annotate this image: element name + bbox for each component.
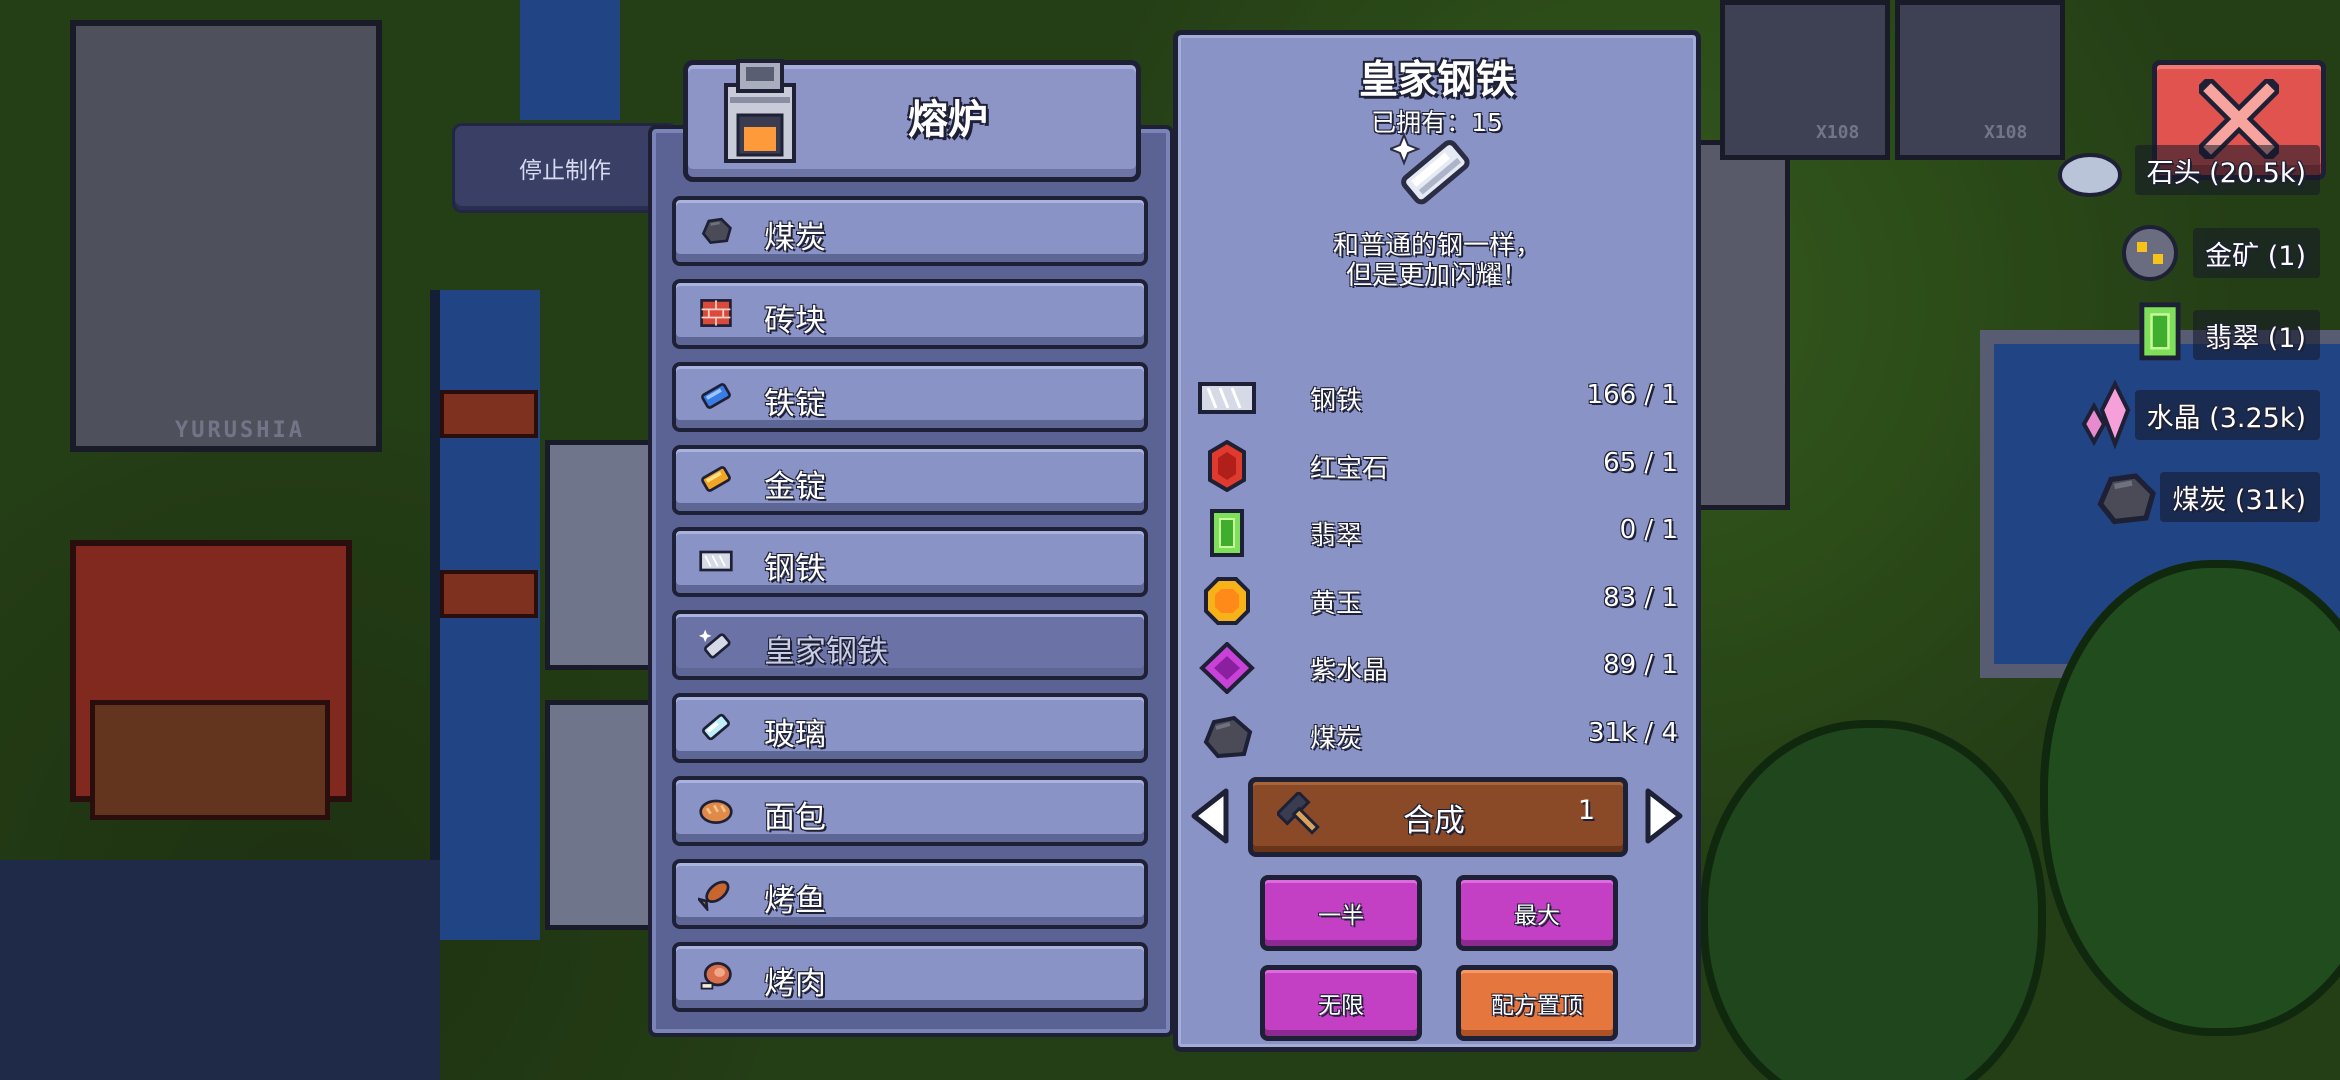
recipe-item-label: 烤鱼 xyxy=(764,883,826,919)
recipe-item-label: 砖块 xyxy=(764,303,826,339)
next-arrow-icon[interactable] xyxy=(1640,787,1684,845)
ingredient-name: 紫水晶 xyxy=(1310,656,1389,686)
recipe-item[interactable]: 金锭 xyxy=(672,445,1148,515)
ingredient-name: 红宝石 xyxy=(1310,453,1389,484)
craft-label: 合成 xyxy=(1403,803,1465,839)
ingredient-row: 钢铁 166 / 1 xyxy=(1198,366,1678,426)
recipe-title: 皇家钢铁 xyxy=(1358,58,1515,103)
recipe-item[interactable]: 烤鱼 xyxy=(672,859,1148,929)
resource-counter: 翡翠 (1) xyxy=(2193,310,2320,360)
royal-steel-icon xyxy=(698,626,734,662)
stop-crafting-button[interactable]: 停止制作 xyxy=(452,123,678,213)
recipe-description: 和普通的钢一样， 但是更加闪耀！ xyxy=(1178,231,1696,291)
ingredient-quantity: 65 / 1 xyxy=(1603,447,1678,478)
craft-button[interactable]: 合成 1 xyxy=(1248,777,1628,857)
coal-icon xyxy=(698,212,734,248)
recipe-item-label: 金锭 xyxy=(764,469,826,505)
recipe-detail-panel: 皇家钢铁 已拥有：15 和普通的钢一样， 但是更加闪耀！ 钢铁 166 / 1 红宝… xyxy=(1173,30,1701,1052)
furnace-title: 熔炉 xyxy=(908,97,988,143)
resource-label: 石头 (20.5k) xyxy=(2146,157,2306,189)
royal-steel-large-icon xyxy=(1390,132,1470,205)
ingredient-quantity: 0 / 1 xyxy=(1619,515,1678,545)
stone-icon xyxy=(2055,135,2125,205)
resource-label: 翡翠 (1) xyxy=(2205,322,2306,354)
ingredient-row: 紫水晶 89 / 1 xyxy=(1198,636,1678,696)
iron-ingot-icon xyxy=(698,378,734,414)
glass-icon xyxy=(698,709,734,745)
recipe-item-label: 烤肉 xyxy=(764,966,826,1002)
brick-icon xyxy=(698,295,734,331)
ingredient-name: 翡翠 xyxy=(1310,521,1363,551)
description-line-2: 但是更加闪耀！ xyxy=(1345,261,1528,291)
ingredient-quantity: 166 / 1 xyxy=(1586,380,1678,410)
recipe-item-label: 皇家钢铁 xyxy=(764,634,888,670)
recipe-item[interactable]: 砖块 xyxy=(672,279,1148,349)
previous-arrow-icon[interactable] xyxy=(1190,787,1234,845)
crystal-icon xyxy=(2080,379,2150,450)
ingredient-name: 煤炭 xyxy=(1310,723,1363,754)
hammer-icon xyxy=(1277,792,1320,835)
craft-count: 1 xyxy=(1577,795,1595,826)
pin-recipe-button[interactable]: 配方置顶 xyxy=(1456,965,1618,1041)
coal-icon xyxy=(2090,462,2160,532)
recipe-item-label: 钢铁 xyxy=(764,551,826,587)
coal-icon xyxy=(1198,710,1256,762)
resource-counter: 金矿 (1) xyxy=(2193,228,2320,278)
cooked-meat-icon xyxy=(698,958,734,994)
recipe-item-label: 铁锭 xyxy=(764,386,826,422)
resource-label: 金矿 (1) xyxy=(2205,240,2306,272)
amethyst-icon xyxy=(1198,641,1256,695)
recipe-item[interactable]: 钢铁 xyxy=(672,527,1148,597)
gold-ore-icon xyxy=(2115,218,2185,288)
steel-icon xyxy=(1198,372,1256,424)
ingredient-quantity: 83 / 1 xyxy=(1603,582,1678,613)
resource-counter: 石头 (20.5k) xyxy=(2134,145,2320,195)
steel-icon xyxy=(698,543,734,579)
resource-label: 水晶 (3.25k) xyxy=(2146,402,2306,434)
topaz-icon xyxy=(1198,575,1256,627)
recipe-item-label: 煤炭 xyxy=(764,220,826,256)
ingredient-row: 煤炭 31k / 4 xyxy=(1198,704,1678,764)
ingredient-row: 翡翠 0 / 1 xyxy=(1198,501,1678,561)
recipe-item[interactable]: 面包 xyxy=(672,776,1148,846)
ingredient-name: 黄玉 xyxy=(1310,588,1363,619)
ingredient-name: 钢铁 xyxy=(1310,386,1363,416)
max-button[interactable]: 最大 xyxy=(1456,875,1618,951)
furnace-header: 熔炉 xyxy=(683,59,1141,182)
recipe-item[interactable]: 皇家钢铁 xyxy=(672,610,1148,680)
bread-icon xyxy=(698,792,734,828)
resource-counter: 水晶 (3.25k) xyxy=(2134,390,2320,440)
recipe-item-label: 面包 xyxy=(764,800,826,836)
gold-ingot-icon xyxy=(698,461,734,497)
infinite-button[interactable]: 无限 xyxy=(1260,965,1422,1041)
cooked-fish-icon xyxy=(695,875,734,913)
emerald-icon xyxy=(1198,507,1256,559)
ingredient-row: 红宝石 65 / 1 xyxy=(1198,434,1678,494)
furnace-icon xyxy=(724,59,796,163)
half-button[interactable]: 一半 xyxy=(1260,875,1422,951)
recipe-item[interactable]: 铁锭 xyxy=(672,362,1148,432)
resource-label: 煤炭 (31k) xyxy=(2172,484,2306,516)
resource-counter: 煤炭 (31k) xyxy=(2160,472,2320,522)
recipe-item-label: 玻璃 xyxy=(764,717,826,753)
recipe-item[interactable]: 烤肉 xyxy=(672,942,1148,1012)
recipe-item[interactable]: 玻璃 xyxy=(672,693,1148,763)
ingredient-quantity: 31k / 4 xyxy=(1588,717,1678,748)
ingredient-row: 黄玉 83 / 1 xyxy=(1198,569,1678,629)
ingredient-quantity: 89 / 1 xyxy=(1603,650,1678,680)
recipe-item[interactable]: 煤炭 xyxy=(672,196,1148,266)
description-line-1: 和普通的钢一样， xyxy=(1332,231,1541,261)
ruby-icon xyxy=(1198,439,1256,492)
emerald-icon xyxy=(2125,300,2195,370)
